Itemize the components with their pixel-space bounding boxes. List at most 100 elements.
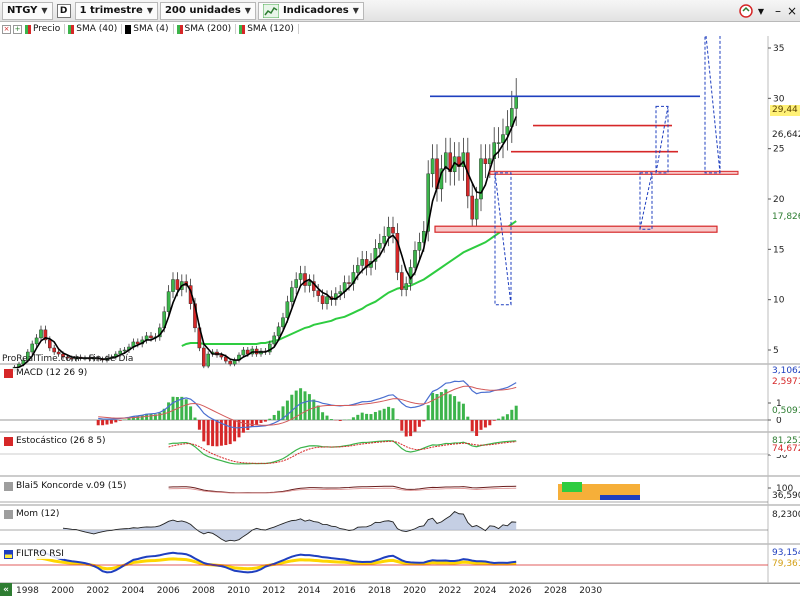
candle-body xyxy=(30,343,35,353)
candle xyxy=(492,127,497,174)
pane-color-icon xyxy=(4,436,13,446)
macd-pane-label[interactable]: MACD (12 26 9) xyxy=(2,368,88,378)
trading-icon[interactable] xyxy=(738,3,754,19)
projection-diagonal xyxy=(655,106,669,173)
x-tick-label: 2022 xyxy=(438,586,462,596)
chevron-down-icon: ▼ xyxy=(146,6,153,15)
price-tick-label: 35 xyxy=(773,44,784,54)
candle-body xyxy=(307,281,312,286)
scroll-left-button[interactable]: « xyxy=(0,583,12,596)
candle-body xyxy=(228,360,233,365)
candle-body xyxy=(338,291,343,294)
indicators-button[interactable]: Indicadores ▼ xyxy=(257,1,364,20)
candle xyxy=(303,265,307,293)
macd-histogram-bar xyxy=(501,416,505,420)
sma4-value-badge: 26,642 xyxy=(770,130,800,141)
trading-dropdown-icon[interactable]: ▼ xyxy=(756,3,766,19)
price-tick-label: 20 xyxy=(773,195,785,205)
legend-sma120[interactable]: SMA (120) xyxy=(236,24,299,34)
close-icon[interactable]: × xyxy=(2,24,11,34)
period-selector[interactable]: 1 trimestre ▼ xyxy=(74,1,158,20)
macd-histogram-bar xyxy=(365,413,369,420)
legend-price[interactable]: Precio xyxy=(22,24,66,34)
macd-histogram-bar xyxy=(228,420,232,445)
projection-diagonal xyxy=(705,36,721,173)
macd-histogram-bar xyxy=(382,408,386,420)
legend-sma40[interactable]: SMA (40) xyxy=(65,24,123,34)
macd-histogram-bar xyxy=(457,401,461,420)
units-selector[interactable]: 200 unidades ▼ xyxy=(159,1,256,20)
candle xyxy=(391,216,395,244)
konc-label-text: Blai5 Koncorde v.09 (15) xyxy=(16,481,127,491)
macd-histogram-bar xyxy=(497,418,501,420)
rsi-pane xyxy=(0,550,768,574)
macd-histogram-bar xyxy=(356,414,360,420)
candle xyxy=(43,325,48,344)
symbol-selector[interactable]: NTGY ▼ xyxy=(2,1,53,20)
x-tick-label: 2026 xyxy=(508,586,532,596)
macd-histogram-bar xyxy=(272,414,276,420)
macd-histogram-bar xyxy=(316,405,320,420)
candle-body xyxy=(48,339,52,349)
minimize-icon[interactable]: – xyxy=(772,3,784,19)
candle-body xyxy=(290,287,294,302)
price-tick-label: 25 xyxy=(773,145,784,155)
macd-histogram-bar xyxy=(413,420,417,432)
macd-histogram-bar xyxy=(351,417,355,420)
candle-body xyxy=(360,259,365,266)
candle-body xyxy=(320,295,325,304)
macd-histogram-bar xyxy=(158,412,162,420)
mom-area xyxy=(63,511,517,542)
daily-toggle-button[interactable]: D xyxy=(56,3,71,18)
chart-area[interactable]: 35302520151051050100 xyxy=(0,36,800,583)
macd-histogram-bar xyxy=(483,420,487,428)
x-tick-label: 2018 xyxy=(368,586,391,596)
konc-pane-label[interactable]: Blai5 Koncorde v.09 (15) xyxy=(2,481,127,491)
stoch-label-text: Estocástico (26 8 5) xyxy=(16,436,106,446)
stoch-pane-label[interactable]: Estocástico (26 8 5) xyxy=(2,436,106,446)
macd-hist-badge: 0,5091 xyxy=(770,406,800,417)
chevron-down-icon: ▼ xyxy=(41,6,48,15)
candle-body xyxy=(171,279,175,292)
sma4-series xyxy=(9,116,517,371)
candle xyxy=(404,276,409,297)
level-band-red xyxy=(434,225,718,233)
macd-histogram-bar xyxy=(307,394,311,420)
candle xyxy=(307,274,312,293)
x-tick-label: 2002 xyxy=(86,586,110,596)
legend-sma4-label: SMA (4) xyxy=(133,24,169,34)
macd-histogram-bar xyxy=(206,420,210,446)
macd-histogram-bar xyxy=(259,420,263,423)
rsi-pane-label[interactable]: FILTRO RSI xyxy=(2,549,64,559)
macd-histogram-bar xyxy=(325,415,329,420)
macd-histogram-bar xyxy=(290,394,294,420)
macd-histogram-bar xyxy=(466,416,470,420)
macd-histogram-bar xyxy=(378,410,382,420)
macd-pane xyxy=(0,380,768,447)
close-icon[interactable]: × xyxy=(786,3,798,19)
candle-body xyxy=(316,290,321,296)
macd-histogram-bar xyxy=(417,420,421,427)
macd-histogram-bar xyxy=(409,420,413,437)
macd-histogram-bar xyxy=(109,420,113,424)
macd-histogram-bar xyxy=(224,420,228,446)
rsi-label-text: FILTRO RSI xyxy=(16,549,64,559)
candle-body xyxy=(241,349,246,356)
macd-histogram-bar xyxy=(303,391,307,420)
mom-pane-label[interactable]: Mom (12) xyxy=(2,509,60,519)
pane-color-icon xyxy=(4,549,13,559)
candle xyxy=(483,144,488,178)
macd-histogram-bar xyxy=(448,394,452,420)
pane-color-icon xyxy=(4,481,13,491)
macd-histogram-bar xyxy=(184,399,188,420)
macd-histogram-bar xyxy=(510,409,514,420)
candle-body xyxy=(175,279,180,290)
legend-sma4[interactable]: SMA (4) xyxy=(122,24,174,34)
add-icon[interactable]: + xyxy=(13,24,22,34)
x-tick-label: 2024 xyxy=(473,586,497,596)
legend-sma200[interactable]: SMA (200) xyxy=(174,24,237,34)
macd-tick-label: 0 xyxy=(776,416,782,426)
last-price-badge: 29,44 xyxy=(770,105,800,116)
price-legend: × + Precio SMA (40) SMA (4) SMA (200) SM… xyxy=(0,22,800,36)
candle-body xyxy=(430,158,435,175)
